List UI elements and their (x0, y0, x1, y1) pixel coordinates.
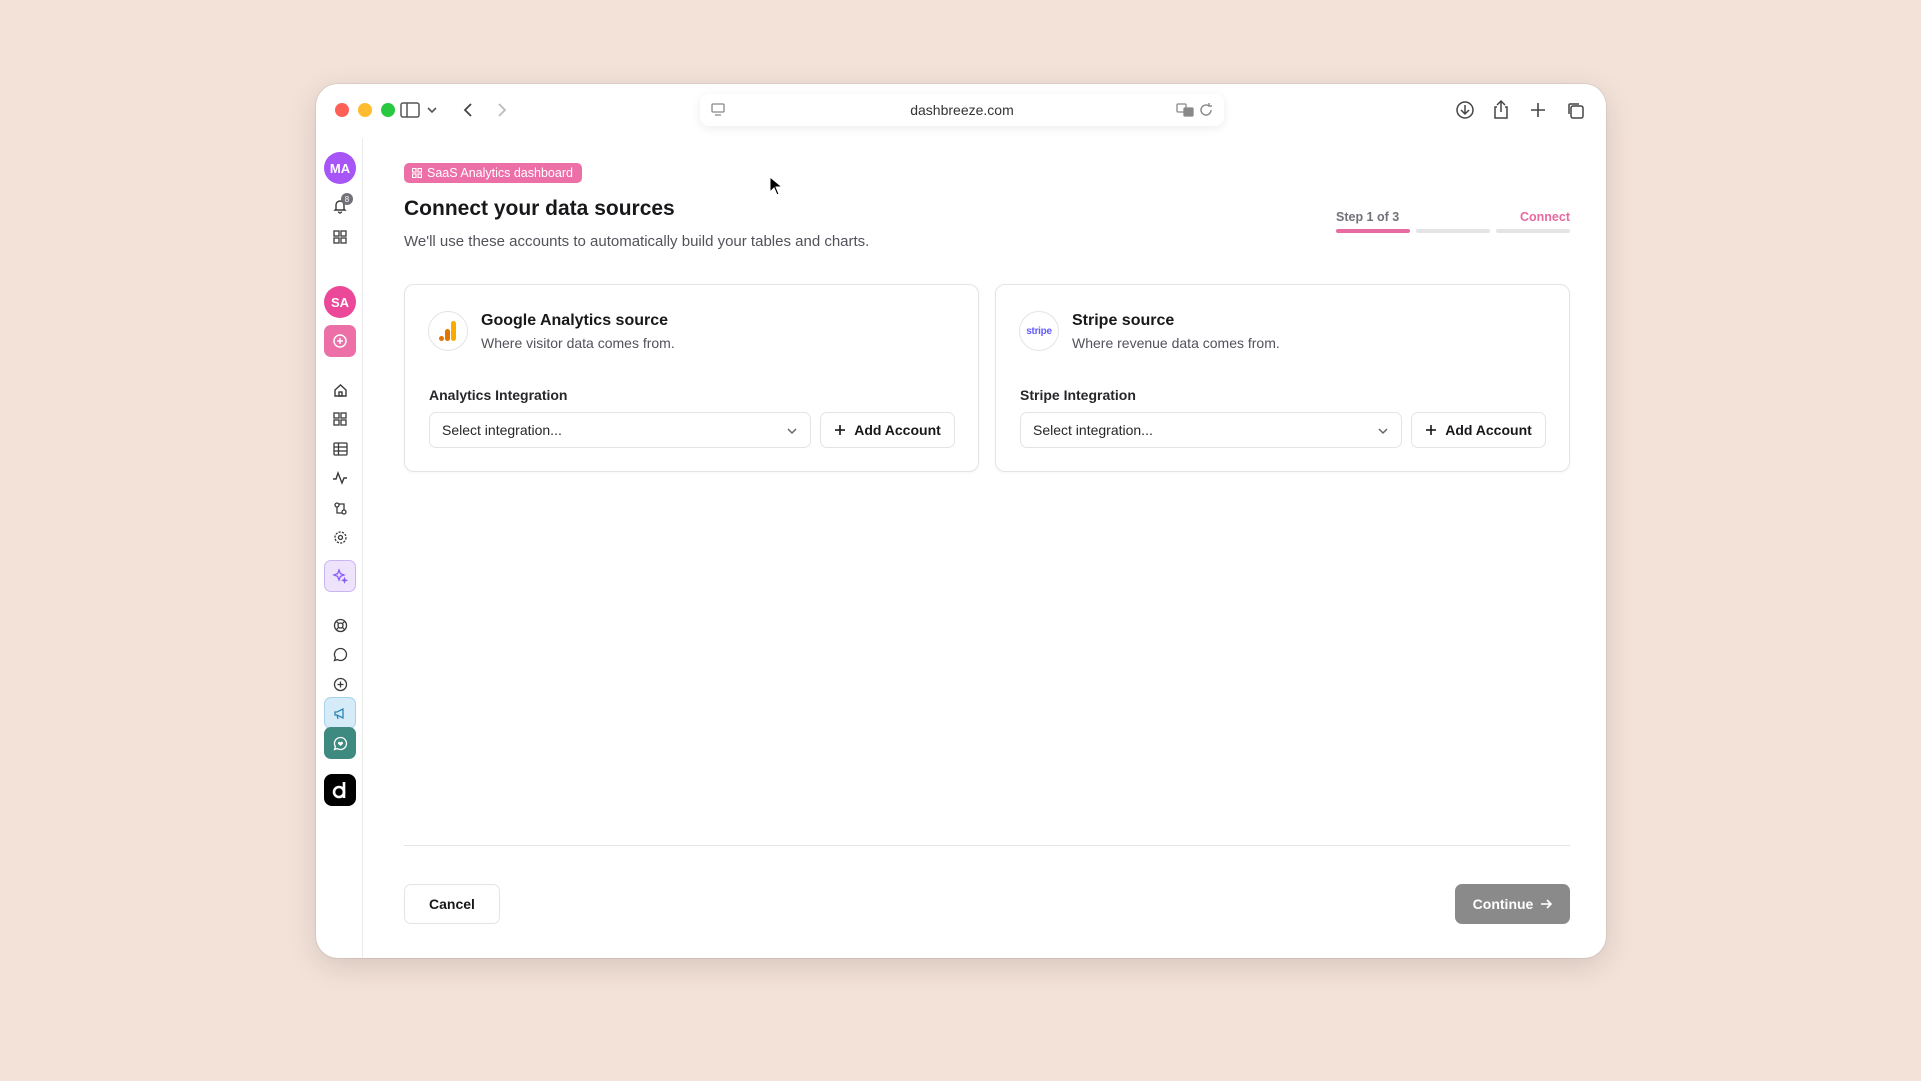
close-window-button[interactable] (335, 103, 349, 117)
mouse-cursor-icon (769, 175, 784, 201)
footer-divider (404, 845, 1570, 846)
integration-field-label: Analytics Integration (429, 387, 568, 403)
chevron-down-icon (786, 424, 798, 440)
integration-field-label: Stripe Integration (1020, 387, 1136, 403)
app-sidebar: MA 8 SA (316, 138, 363, 958)
workspace-initials: SA (330, 294, 350, 310)
google-analytics-icon (439, 321, 456, 341)
nav-settings[interactable] (324, 521, 356, 553)
create-button[interactable] (324, 325, 356, 357)
browser-toolbar: dashbreeze.com (316, 84, 1606, 138)
tables-icon (332, 442, 348, 456)
nav-help[interactable] (324, 609, 356, 641)
step-bar-3 (1496, 229, 1570, 233)
new-tab-icon[interactable] (1529, 101, 1547, 119)
card-title: Stripe source (1072, 312, 1175, 329)
stripe-integration-select[interactable]: Select integration... (1020, 412, 1402, 448)
url-text: dashbreeze.com (910, 102, 1014, 118)
ai-sparkle-icon (332, 568, 348, 584)
forward-arrow-icon[interactable] (495, 101, 509, 119)
reload-icon[interactable] (1198, 102, 1214, 123)
project-tag-label: SaaS Analytics dashboard (427, 166, 573, 180)
nav-tables[interactable] (324, 433, 356, 465)
add-circle-icon (333, 677, 347, 691)
download-icon[interactable] (1455, 100, 1475, 120)
workspace-avatar[interactable]: SA (324, 286, 356, 318)
analytics-integration-select[interactable]: Select integration... (429, 412, 811, 448)
heart-chat-icon (332, 736, 347, 751)
google-analytics-card: Google Analytics source Where visitor da… (404, 284, 979, 472)
step-bar-2 (1416, 229, 1490, 233)
continue-label: Continue (1472, 896, 1534, 912)
dashboards-icon (333, 412, 347, 426)
add-stripe-account-button[interactable]: Add Account (1411, 412, 1546, 448)
nav-activity[interactable] (324, 462, 356, 494)
chevron-down-icon (1377, 424, 1389, 440)
nav-add[interactable] (324, 668, 356, 700)
arrow-right-icon (1541, 899, 1553, 909)
maximize-window-button[interactable] (381, 103, 395, 117)
share-icon[interactable] (1492, 99, 1510, 120)
chat-icon (332, 647, 347, 662)
google-analytics-logo (428, 311, 468, 351)
notification-badge: 8 (341, 193, 353, 205)
nav-chat[interactable] (324, 638, 356, 670)
home-icon (333, 383, 347, 397)
app-logo[interactable] (324, 774, 356, 806)
plus-icon (1426, 425, 1437, 435)
page-title: Connect your data sources (404, 197, 675, 220)
user-avatar[interactable]: MA (324, 152, 356, 184)
help-icon (333, 618, 347, 632)
page-subtitle: We'll use these accounts to automaticall… (404, 233, 870, 250)
notifications-button[interactable]: 8 (324, 190, 356, 222)
nav-home[interactable] (324, 374, 356, 406)
app-logo-icon (332, 782, 346, 799)
ai-assistant-button[interactable] (324, 560, 356, 592)
stripe-card: stripe Stripe source Where revenue data … (995, 284, 1570, 472)
address-bar[interactable]: dashbreeze.com (700, 94, 1224, 126)
project-tag: SaaS Analytics dashboard (404, 163, 582, 183)
step-bar-1 (1336, 229, 1410, 233)
stripe-logo-text: stripe (1026, 325, 1052, 337)
select-placeholder: Select integration... (442, 422, 562, 438)
integrations-icon (333, 501, 347, 515)
cancel-button[interactable]: Cancel (404, 884, 500, 924)
step-label: Step 1 of 3 (1336, 210, 1400, 224)
add-account-label: Add Account (854, 422, 941, 438)
user-initials: MA (329, 160, 351, 176)
settings-icon (333, 530, 347, 544)
plus-icon (835, 425, 846, 435)
stripe-logo: stripe (1019, 311, 1059, 351)
continue-button[interactable]: Continue (1455, 884, 1570, 924)
card-description: Where revenue data comes from. (1072, 335, 1280, 351)
sidebar-toggle-icon[interactable] (400, 101, 420, 119)
chevron-down-icon[interactable] (426, 105, 438, 115)
grid-icon (333, 230, 347, 244)
minimize-window-button[interactable] (358, 103, 372, 117)
page-menu-icon[interactable] (710, 102, 726, 123)
card-title: Google Analytics source (481, 312, 669, 329)
select-placeholder: Select integration... (1033, 422, 1153, 438)
card-description: Where visitor data comes from. (481, 335, 675, 351)
plus-circle-icon (333, 334, 347, 348)
nav-dashboards[interactable] (324, 403, 356, 435)
add-account-label: Add Account (1445, 422, 1532, 438)
dashboard-tag-icon (412, 168, 422, 178)
add-analytics-account-button[interactable]: Add Account (820, 412, 955, 448)
announcements-button[interactable] (324, 697, 356, 729)
step-current-name: Connect (1520, 210, 1570, 224)
nav-integrations[interactable] (324, 492, 356, 524)
translate-icon[interactable] (1176, 102, 1194, 123)
tab-overview-icon[interactable] (1566, 101, 1585, 120)
support-button[interactable] (324, 727, 356, 759)
activity-icon (333, 471, 347, 485)
switcher-button[interactable] (324, 221, 356, 253)
back-arrow-icon[interactable] (461, 101, 475, 119)
megaphone-icon (333, 707, 344, 719)
